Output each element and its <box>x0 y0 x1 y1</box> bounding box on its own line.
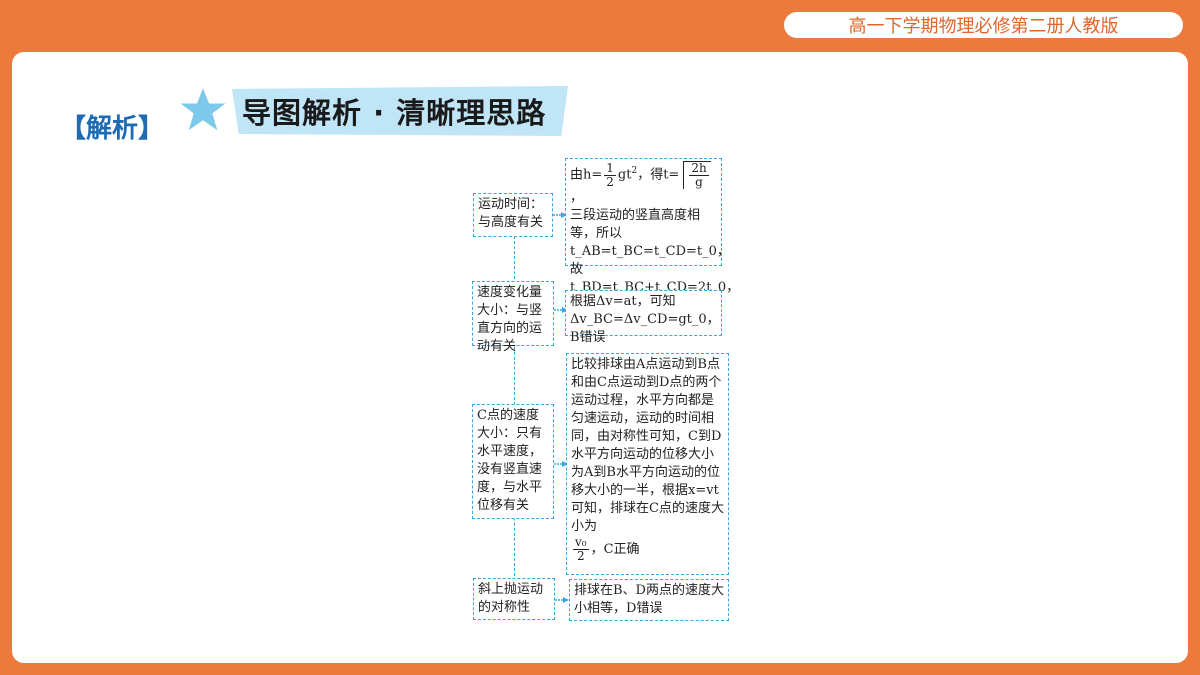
mindmap-left-node-2: 速度变化量大小：与竖直方向的运动有关 <box>472 281 554 354</box>
mindmap-left-node-4: 斜上抛运动的对称性 <box>473 578 555 620</box>
node-1-text-a: 由h= <box>570 167 603 183</box>
left-node-3-text: C点的速度大小：只有水平速度，没有竖直速度，与水平位移有关 <box>477 408 543 513</box>
node-1-line-eq: t_AB=t_BC=t_CD=t_0， <box>570 244 730 259</box>
right-node-4-text: 排球在B、D两点的速度大小相等，D错误 <box>574 583 724 616</box>
fraction-half: 12 <box>604 160 616 189</box>
left-node-1-text: 运动时间：与高度有关 <box>478 197 544 230</box>
frac-den: 2 <box>576 549 585 563</box>
node-1-line-2: 三段运动的竖直高度相等，所以 <box>570 208 701 241</box>
frac-num: 1 <box>604 160 616 176</box>
node-1-text-d: ， <box>570 190 584 205</box>
course-title: 高一下学期物理必修第二册人教版 <box>848 16 1119 37</box>
frac-num: v₀ <box>573 535 589 550</box>
left-node-2-text: 速度变化量大小：与竖直方向的运动有关 <box>477 285 543 354</box>
right-node-3-tail: ，C正确 <box>590 542 640 557</box>
star-icon <box>174 82 232 136</box>
left-node-4-text: 斜上抛运动的对称性 <box>478 582 544 615</box>
node-1-text-c: ，得t= <box>637 167 680 183</box>
mindmap-left-node-1: 运动时间：与高度有关 <box>473 193 553 237</box>
mindmap-right-node-3: 比较排球由A点运动到B点和由C点运动到D点的两个运动过程，水平方向都是匀速运动，… <box>566 353 729 575</box>
sqrt-num: 2h <box>689 161 709 176</box>
right-node-3-body: 比较排球由A点运动到B点和由C点运动到D点的两个运动过程，水平方向都是匀速运动，… <box>571 357 724 534</box>
course-title-badge: 高一下学期物理必修第二册人教版 <box>784 12 1183 38</box>
fraction-v0-half: v₀ 2 <box>573 536 589 563</box>
mindmap-right-node-4: 排球在B、D两点的速度大小相等，D错误 <box>569 579 729 621</box>
sqrt-expr: 2h g <box>683 161 711 189</box>
banner-title: 导图解析 · 清晰理思路 <box>242 96 547 130</box>
node-1-text-b: gt <box>617 167 632 183</box>
frac-den: 2 <box>606 174 614 189</box>
sqrt-den: g <box>695 175 703 189</box>
section-label: 【解析】 <box>60 114 165 144</box>
arrow-icon <box>555 597 569 603</box>
mindmap-right-node-2: 根据Δv=at，可知Δv_BC=Δv_CD=gt_0，B错误 <box>565 290 722 345</box>
mindmap-right-node-1: 由h= 1 2 gt2，得t= 2h g， 三段运动的竖直高度相等，所以 t_AB=t_B… <box>565 158 739 313</box>
mindmap-left-node-3: C点的速度大小：只有水平速度，没有竖直速度，与水平位移有关 <box>472 404 554 519</box>
